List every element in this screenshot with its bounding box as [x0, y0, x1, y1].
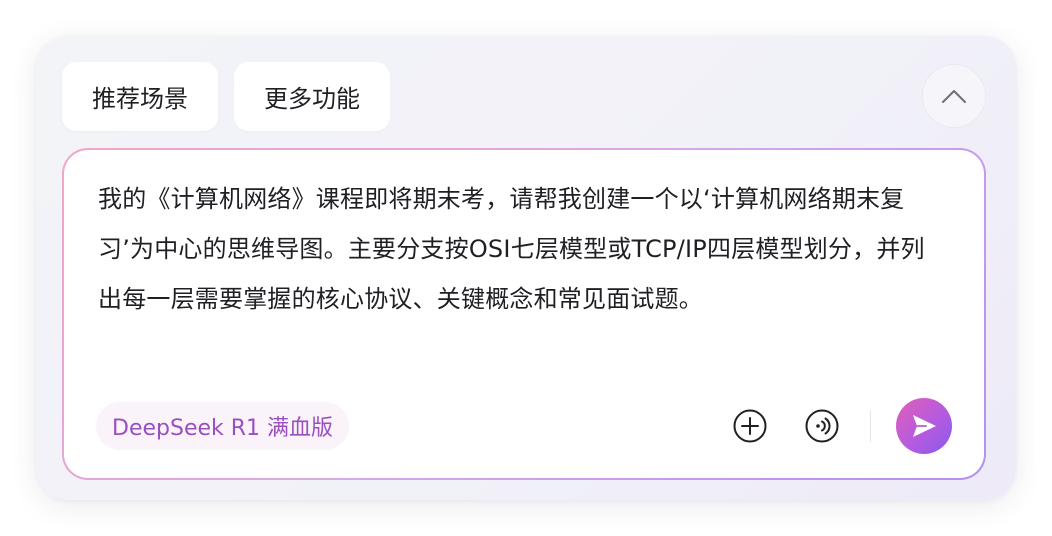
send-icon	[913, 415, 936, 437]
composer-panel: 推荐场景 更多功能 我的《计算机网络》课程即将期末考，请帮我创建一个以‘计算机网…	[36, 36, 1016, 500]
chip-more-features[interactable]: 更多功能	[234, 62, 390, 131]
chip-recommended-scenes[interactable]: 推荐场景	[62, 62, 218, 131]
chip-label: 更多功能	[264, 85, 360, 113]
toolbar-divider	[870, 410, 871, 442]
plus-circle-icon	[733, 409, 767, 443]
model-selector[interactable]: DeepSeek R1 满血版	[96, 402, 350, 450]
prompt-input[interactable]: 我的《计算机网络》课程即将期末考，请帮我创建一个以‘计算机网络期末复习’为中心的…	[98, 174, 948, 324]
voice-input-button[interactable]	[802, 406, 842, 446]
collapse-button[interactable]	[922, 64, 986, 128]
chip-label: 推荐场景	[92, 85, 188, 113]
prompt-input-card[interactable]: 我的《计算机网络》课程即将期末考，请帮我创建一个以‘计算机网络期末复习’为中心的…	[62, 148, 986, 480]
voice-icon	[805, 409, 839, 443]
add-attachment-button[interactable]	[730, 406, 770, 446]
model-label: DeepSeek R1 满血版	[112, 416, 334, 441]
send-button[interactable]	[896, 398, 952, 454]
chevron-up-icon	[942, 90, 966, 103]
